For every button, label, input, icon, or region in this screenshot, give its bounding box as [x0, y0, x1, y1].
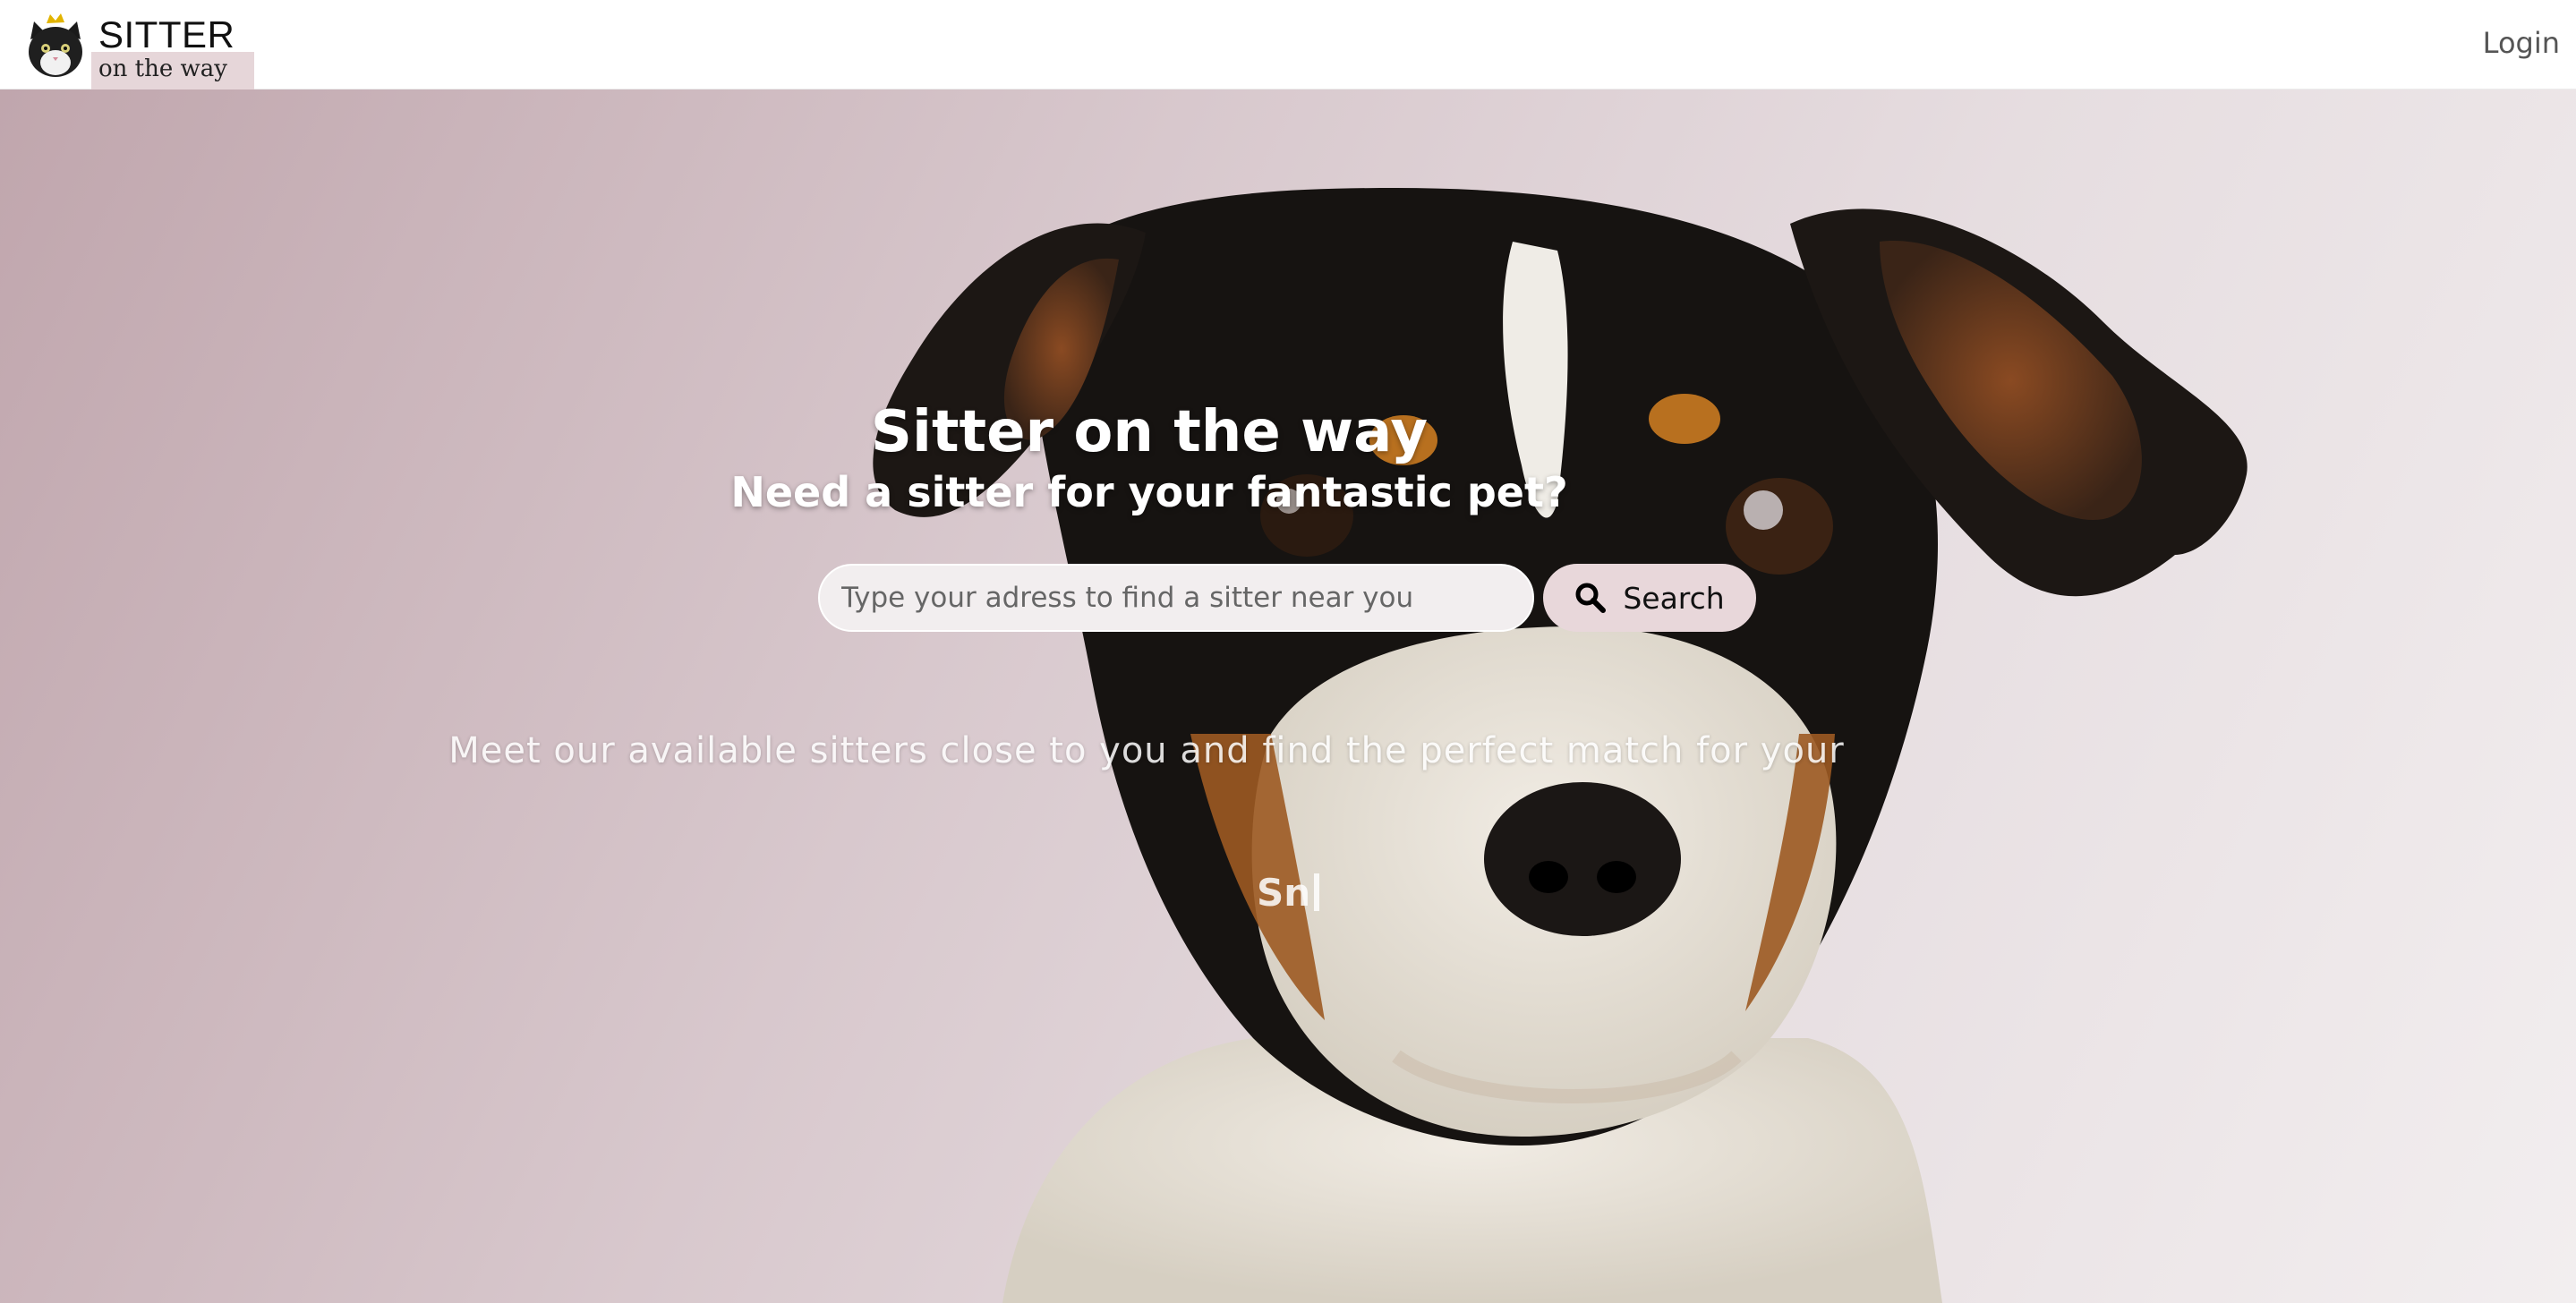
top-navbar: SITTER on the way Login — [0, 0, 2576, 89]
dog-hero-image — [873, 188, 2248, 1303]
cat-logo-icon — [29, 13, 82, 77]
search-button[interactable]: Search — [1543, 564, 1756, 632]
hero-title-text: Sitter on the way — [870, 398, 1429, 465]
search-icon — [1575, 583, 1607, 613]
text-cursor — [1314, 873, 1320, 911]
login-link[interactable]: Login — [2483, 25, 2560, 61]
tagline: Meet our available sitters close to you … — [0, 725, 2576, 777]
search-button-label: Search — [1623, 580, 1725, 616]
typewriter-word: Sn — [1257, 871, 1311, 915]
logo-title: SITTER — [98, 13, 235, 55]
hero-section: Sitter on the way Need a sitter for your… — [0, 89, 2576, 1303]
address-search-input[interactable] — [818, 564, 1534, 632]
hero-subtitle-text: Need a sitter for your fantastic pet? — [730, 468, 1568, 516]
typewriter-text: Sn — [1257, 866, 1320, 920]
logo-subtitle: on the way — [98, 55, 227, 82]
hero-subtitle: Need a sitter for your fantastic pet? — [0, 465, 2576, 519]
hero-title: Sitter on the way — [0, 396, 2576, 468]
tagline-text: Meet our available sitters close to you … — [448, 730, 1845, 771]
